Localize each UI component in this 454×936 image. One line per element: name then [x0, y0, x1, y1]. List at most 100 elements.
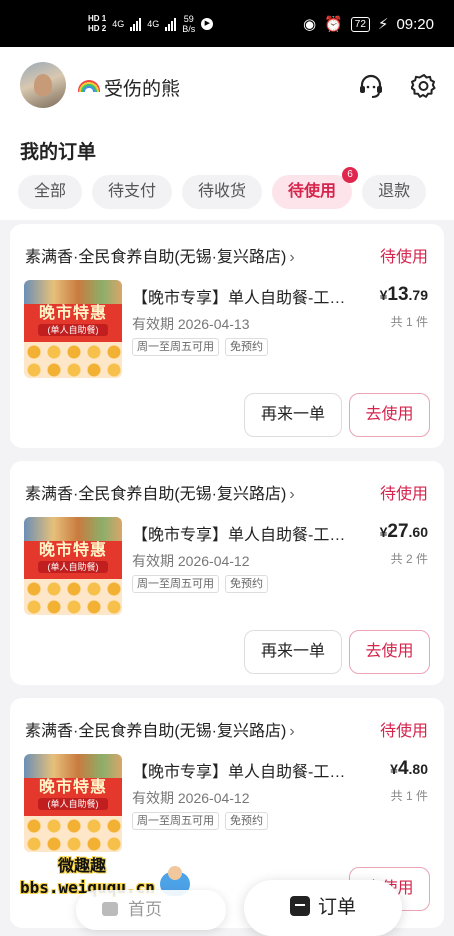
home-icon [102, 902, 118, 916]
quantity: 共 1 件 [390, 315, 428, 329]
nav-home-label: 首页 [128, 900, 162, 919]
status-left: HD 1 HD 2 4G 4G 59 B/s ▶ [88, 14, 214, 34]
signal1-icon [130, 17, 142, 31]
tag: 周一至周五可用 [132, 575, 219, 593]
gear-icon[interactable] [411, 73, 437, 99]
nav-orders[interactable]: 订单 [244, 880, 402, 936]
tab-all[interactable]: 全部 [18, 175, 83, 209]
price: ¥27.60 [380, 521, 428, 543]
tab-label: 待支付 [108, 183, 157, 200]
validity-date: 有效期 2026-04-12 [132, 790, 250, 806]
price-integer: 27 [387, 521, 409, 542]
sim1-label: HD 1 [88, 14, 107, 23]
shop-name[interactable]: 素满香·全民食养自助(无锡·复兴路店) › [25, 717, 295, 741]
shop-name-text: 素满香·全民食养自助(无锡·复兴路店) [25, 249, 287, 266]
avatar[interactable] [20, 62, 66, 108]
media-play-icon: ▶ [201, 18, 214, 30]
profile-header: 受伤的熊 [0, 47, 454, 127]
rainbow-icon [78, 79, 100, 92]
reorder-button[interactable]: 再来一单 [244, 393, 342, 437]
validity-date: 有效期 2026-04-13 [132, 316, 250, 332]
speed-value: 59 [183, 14, 194, 24]
tag-list: 周一至周五可用 免预约 [132, 338, 268, 356]
order-status: 待使用 [379, 723, 428, 740]
thumb-subtitle: (单人自助餐) [38, 561, 108, 573]
tag-list: 周一至周五可用 免预约 [132, 812, 268, 830]
use-button[interactable]: 去使用 [349, 630, 430, 674]
product-name[interactable]: 【晚市专享】单人自助餐-工作日 [132, 758, 357, 782]
tag: 周一至周五可用 [132, 338, 219, 356]
page-title: 我的订单 [20, 142, 97, 163]
thumb-title: 晚市特惠 [38, 305, 107, 322]
use-button[interactable]: 去使用 [349, 393, 430, 437]
speed-unit: B/s [182, 24, 196, 34]
tab-label: 退款 [378, 183, 411, 200]
username-text: 受伤的熊 [104, 79, 181, 100]
charging-icon: ⚡ [377, 16, 389, 33]
product-name[interactable]: 【晚市专享】单人自助餐-工作日 [132, 521, 357, 545]
status-right: ◉ ⏰ 72 ⚡ 09:20 [303, 15, 434, 34]
shop-name-text: 素满香·全民食养自助(无锡·复兴路店) [25, 486, 287, 503]
chevron-right-icon: › [289, 249, 295, 266]
price: ¥4.80 [390, 758, 428, 780]
orders-section: 我的订单 全部 待支付 待收货 待使用 6 退款 [0, 127, 454, 220]
tag-list: 周一至周五可用 免预约 [132, 575, 268, 593]
order-card[interactable]: 素满香·全民食养自助(无锡·复兴路店) › 待使用 晚市特惠 (单人自助餐) 【晚… [10, 461, 444, 685]
chevron-right-icon: › [289, 486, 295, 503]
product-thumbnail[interactable]: 晚市特惠 (单人自助餐) [24, 280, 122, 378]
shop-name[interactable]: 素满香·全民食养自助(无锡·复兴路店) › [25, 480, 295, 504]
validity-date: 有效期 2026-04-12 [132, 553, 250, 569]
nav-home[interactable]: 首页 [76, 890, 226, 930]
clock: 09:20 [396, 15, 434, 33]
order-icon [289, 896, 310, 916]
username[interactable]: 受伤的熊 [78, 74, 180, 101]
shop-name[interactable]: 素满香·全民食养自助(无锡·复兴路店) › [25, 243, 295, 267]
nav-orders-label: 订单 [317, 897, 356, 918]
product-thumbnail[interactable]: 晚市特惠 (单人自助餐) [24, 754, 122, 852]
eye-icon: ◉ [303, 16, 317, 33]
network2-label: 4G [147, 19, 160, 29]
tag: 免预约 [225, 338, 268, 356]
status-bar: HD 1 HD 2 4G 4G 59 B/s ▶ ◉ ⏰ 72 ⚡ 09:20 [0, 0, 454, 47]
order-card[interactable]: 素满香·全民食养自助(无锡·复兴路店) › 待使用 晚市特惠 (单人自助餐) 【晚… [10, 224, 444, 448]
product-name[interactable]: 【晚市专享】单人自助餐-工作日 [132, 284, 357, 308]
shop-name-text: 素满香·全民食养自助(无锡·复兴路店) [25, 723, 287, 740]
sim2-label: HD 2 [88, 24, 107, 33]
quantity: 共 1 件 [390, 789, 428, 803]
product-thumbnail[interactable]: 晚市特惠 (单人自助餐) [24, 517, 122, 615]
price-decimal: .80 [408, 761, 428, 777]
thumb-title: 晚市特惠 [38, 779, 107, 796]
order-tabs: 全部 待支付 待收货 待使用 6 退款 [18, 167, 427, 209]
tab-label: 待收货 [198, 183, 247, 200]
tab-label: 全部 [34, 183, 67, 200]
battery-icon: 72 [350, 16, 370, 32]
order-status: 待使用 [379, 486, 428, 503]
order-status: 待使用 [379, 249, 428, 266]
alarm-icon: ⏰ [324, 16, 343, 33]
price-integer: 13 [387, 284, 409, 305]
count-badge: 6 [342, 167, 359, 183]
headset-icon[interactable] [358, 73, 384, 99]
reorder-button[interactable]: 再来一单 [244, 630, 342, 674]
watermark-line1: 微趣趣 [58, 856, 107, 875]
tab-label: 待使用 [288, 183, 337, 200]
tab-refund[interactable]: 退款 [362, 175, 427, 209]
tab-pending-payment[interactable]: 待支付 [92, 175, 173, 209]
thumb-title: 晚市特惠 [38, 542, 107, 559]
thumb-subtitle: (单人自助餐) [38, 324, 108, 336]
price-symbol: ¥ [390, 761, 398, 777]
price: ¥13.79 [380, 284, 428, 306]
tag: 周一至周五可用 [132, 812, 219, 830]
price-decimal: .60 [408, 524, 428, 540]
tab-pending-receipt[interactable]: 待收货 [182, 175, 263, 209]
quantity: 共 2 件 [390, 552, 428, 566]
thumb-subtitle: (单人自助餐) [38, 798, 108, 810]
tag: 免预约 [225, 575, 268, 593]
price-integer: 4 [397, 758, 409, 779]
tab-to-use[interactable]: 待使用 6 [272, 167, 359, 209]
price-decimal: .79 [408, 287, 428, 303]
sim-indicator: HD 1 HD 2 [88, 14, 106, 34]
chevron-right-icon: › [289, 723, 295, 740]
tag: 免预约 [225, 812, 268, 830]
network1-label: 4G [112, 19, 125, 29]
